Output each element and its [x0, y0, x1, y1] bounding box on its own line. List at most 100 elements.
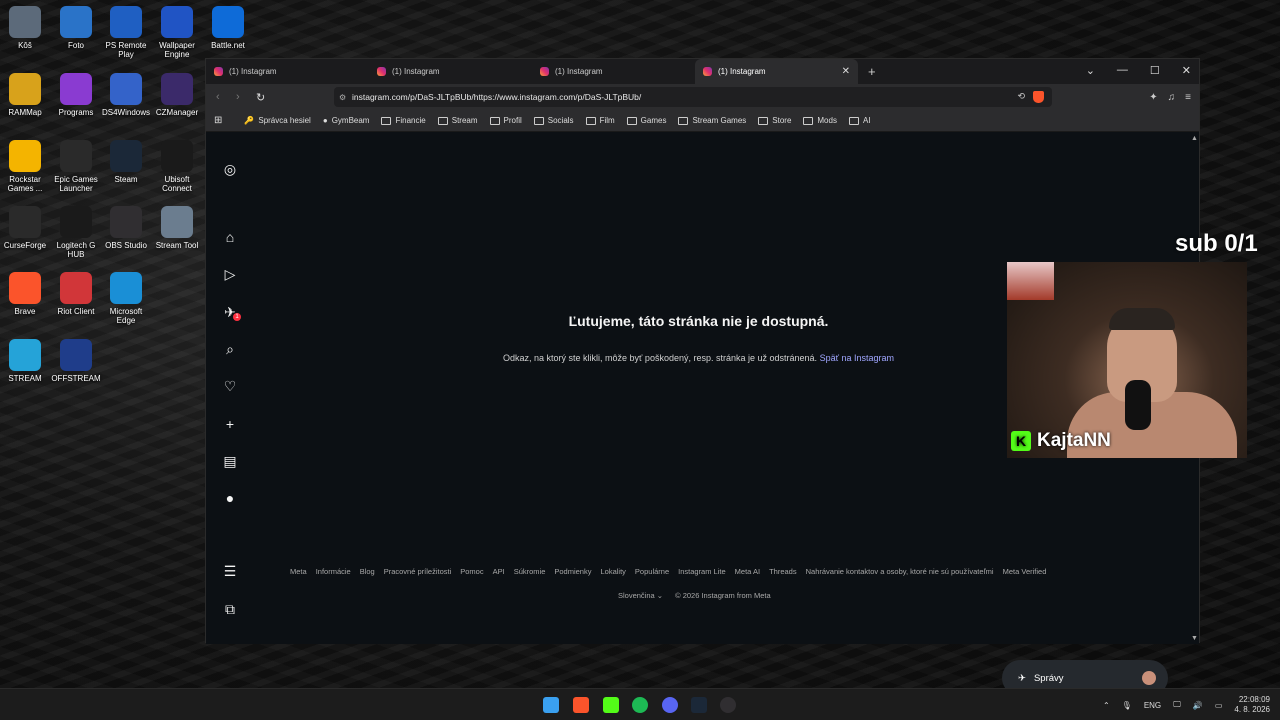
- desktop-icon[interactable]: RAMMap: [0, 73, 50, 117]
- desktop-icon[interactable]: Programs: [51, 73, 101, 117]
- footer-link[interactable]: Meta Verified: [1003, 567, 1047, 576]
- reels-icon[interactable]: ▷: [222, 266, 238, 282]
- steam-taskbar-icon[interactable]: [691, 697, 707, 713]
- desktop-icon[interactable]: Brave: [0, 272, 50, 316]
- footer-link[interactable]: API: [493, 567, 505, 576]
- forward-button[interactable]: ›: [236, 91, 256, 103]
- desktop-icon[interactable]: Riot Client: [51, 272, 101, 316]
- url-field[interactable]: ⚙ instagram.com/p/DaS-JLTpBUb/https://ww…: [334, 87, 1052, 107]
- home-icon[interactable]: ⌂: [222, 229, 238, 245]
- bookmark-folder[interactable]: Film: [585, 116, 615, 125]
- battery-icon[interactable]: ▭: [1215, 701, 1223, 710]
- more-menu-icon[interactable]: ☰: [222, 563, 238, 579]
- desktop-icon[interactable]: Steam: [101, 140, 151, 184]
- obs-taskbar-icon[interactable]: [720, 697, 736, 713]
- desktop-icon[interactable]: OFFSTREAM: [51, 339, 101, 383]
- desktop-icon[interactable]: DS4Windows: [101, 73, 151, 117]
- new-tab-button[interactable]: +: [868, 64, 876, 79]
- microphone-icon[interactable]: 🎙: [1122, 701, 1132, 710]
- desktop-icon[interactable]: Logitech G HUB: [51, 206, 101, 259]
- desktop-icon[interactable]: CZManager: [152, 73, 202, 117]
- desktop-icon[interactable]: PS Remote Play: [101, 6, 151, 59]
- back-to-instagram-link[interactable]: Späť na Instagram: [820, 353, 894, 363]
- create-icon[interactable]: +: [222, 416, 238, 432]
- tab-1[interactable]: (1) Instagram: [206, 59, 369, 84]
- desktop-icon[interactable]: CurseForge: [0, 206, 50, 250]
- back-button[interactable]: ‹: [216, 91, 236, 103]
- footer-link[interactable]: Súkromie: [514, 567, 546, 576]
- spotify-taskbar-icon[interactable]: [632, 697, 648, 713]
- meta-apps-icon[interactable]: ⧉: [222, 601, 238, 617]
- language-select[interactable]: Slovenčina ⌄: [618, 591, 663, 600]
- brave-taskbar-icon[interactable]: [573, 697, 589, 713]
- maximize-button[interactable]: ☐: [1150, 64, 1160, 77]
- desktop-icon[interactable]: Epic Games Launcher: [51, 140, 101, 193]
- desktop-icon[interactable]: Wallpaper Engine: [152, 6, 202, 59]
- reload-button[interactable]: ↻: [256, 91, 276, 104]
- scroll-up-icon[interactable]: ▲: [1191, 135, 1198, 142]
- bookmark-folder[interactable]: Store: [758, 116, 791, 125]
- network-icon[interactable]: 🖵: [1173, 700, 1181, 710]
- instagram-logo-icon[interactable]: ◎: [222, 161, 238, 177]
- bookmark-folder[interactable]: Stream Games: [678, 116, 746, 125]
- menu-icon[interactable]: ≡: [1185, 92, 1191, 103]
- footer-link[interactable]: Pracovné príležitosti: [384, 567, 452, 576]
- discord-taskbar-icon[interactable]: [662, 697, 678, 713]
- media-icon[interactable]: ♫: [1168, 92, 1176, 103]
- desktop-icon[interactable]: OBS Studio: [101, 206, 151, 250]
- footer-link[interactable]: Threads: [769, 567, 797, 576]
- close-tab-icon[interactable]: ✕: [842, 66, 850, 77]
- bookmark-folder[interactable]: Stream: [437, 116, 478, 125]
- bookmark-folder[interactable]: Mods: [803, 116, 837, 125]
- clock[interactable]: 22:08:09 4. 8. 2026: [1234, 695, 1270, 715]
- footer-link[interactable]: Populárne: [635, 567, 669, 576]
- footer-link[interactable]: Nahrávanie kontaktov a osoby, ktoré nie …: [806, 567, 994, 576]
- scroll-down-icon[interactable]: ▼: [1191, 635, 1198, 642]
- desktop-icon[interactable]: Kôš: [0, 6, 50, 50]
- desktop-icon[interactable]: STREAM: [0, 339, 50, 383]
- bookmark-folder[interactable]: Profil: [489, 116, 522, 125]
- notifications-heart-icon[interactable]: ♡: [222, 378, 238, 394]
- language-indicator[interactable]: ENG: [1144, 701, 1161, 710]
- brave-shields-icon[interactable]: [1033, 91, 1044, 103]
- bookmark-folder[interactable]: AI: [848, 116, 871, 125]
- footer-link[interactable]: Blog: [360, 567, 375, 576]
- kick-taskbar-icon[interactable]: [603, 697, 619, 713]
- desktop-icon[interactable]: Battle.net: [203, 6, 253, 50]
- desktop-icon-label: CurseForge: [3, 241, 47, 250]
- webcam-overlay: [1007, 262, 1247, 458]
- extensions-icon[interactable]: ✦: [1149, 92, 1157, 103]
- bookmark-item[interactable]: 🔑 Správca hesiel: [244, 116, 310, 125]
- footer-link[interactable]: Podmienky: [554, 567, 591, 576]
- footer-link[interactable]: Instagram Lite: [678, 567, 726, 576]
- minimize-button[interactable]: —: [1117, 64, 1128, 77]
- volume-icon[interactable]: 🔊: [1193, 701, 1203, 710]
- bookmark-folder[interactable]: Socials: [533, 116, 574, 125]
- dashboard-icon[interactable]: ▤: [222, 453, 238, 469]
- bookmark-folder[interactable]: Financie: [381, 116, 426, 125]
- profile-avatar[interactable]: ●: [222, 490, 238, 506]
- footer-link[interactable]: Informácie: [316, 567, 351, 576]
- tab-3[interactable]: (1) Instagram: [532, 59, 695, 84]
- desktop-icon[interactable]: Microsoft Edge: [101, 272, 151, 325]
- desktop-icon[interactable]: Foto: [51, 6, 101, 50]
- bookmark-folder[interactable]: Games: [626, 116, 666, 125]
- footer-link[interactable]: Meta AI: [735, 567, 760, 576]
- footer-link[interactable]: Meta: [290, 567, 307, 576]
- bookmark-item[interactable]: ● GymBeam: [323, 116, 370, 125]
- footer-link[interactable]: Pomoc: [460, 567, 483, 576]
- start-button-icon[interactable]: [543, 697, 559, 713]
- tab-2[interactable]: (1) Instagram: [369, 59, 532, 84]
- site-settings-icon[interactable]: ⚙: [339, 93, 346, 102]
- gymbeam-icon: ●: [322, 116, 328, 125]
- history-icon[interactable]: ⟲: [1017, 91, 1025, 103]
- footer-link[interactable]: Lokality: [600, 567, 625, 576]
- tab-4-active[interactable]: (1) Instagram ✕: [695, 59, 858, 84]
- tab-list-icon[interactable]: ⌄: [1086, 64, 1095, 77]
- desktop-icon[interactable]: Ubisoft Connect: [152, 140, 202, 193]
- tray-overflow-icon[interactable]: ⌃: [1103, 701, 1110, 710]
- close-window-button[interactable]: ✕: [1182, 64, 1191, 77]
- desktop-icon[interactable]: Stream Tool: [152, 206, 202, 250]
- desktop-icon[interactable]: Rockstar Games ...: [0, 140, 50, 193]
- apps-grid-icon[interactable]: ⊞: [214, 115, 222, 126]
